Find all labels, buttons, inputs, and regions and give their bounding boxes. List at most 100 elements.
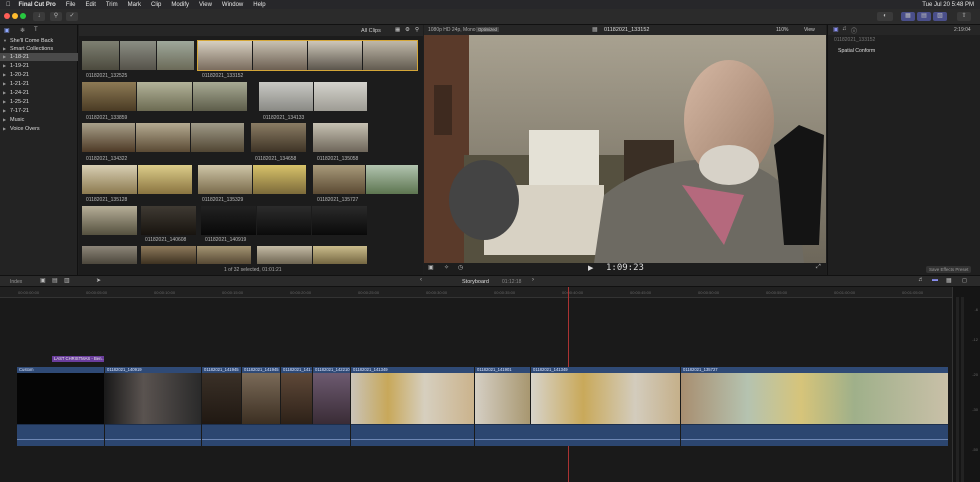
- browser-toggle-icon[interactable]: ▦: [901, 12, 915, 21]
- rate-icon[interactable]: ✓: [66, 12, 78, 21]
- clip-filmstrip[interactable]: [82, 165, 192, 194]
- menu-view[interactable]: View: [199, 2, 212, 8]
- clip-filmstrip[interactable]: [251, 123, 306, 152]
- timeline-clip[interactable]: [105, 373, 201, 424]
- menu-trim[interactable]: Trim: [106, 2, 118, 8]
- info-inspector-icon[interactable]: ⓘ: [851, 26, 857, 35]
- enhance-icon[interactable]: ✧: [444, 264, 449, 271]
- clip-filmstrip[interactable]: [197, 40, 418, 71]
- zoom-dropdown[interactable]: 110%: [776, 27, 788, 33]
- back-icon[interactable]: ‹: [420, 277, 422, 283]
- clip-filmstrip[interactable]: [82, 123, 244, 152]
- event-item[interactable]: ▶ 1-21-21: [0, 80, 78, 88]
- keywords-icon[interactable]: ⚲: [50, 12, 62, 21]
- background-tasks-icon[interactable]: ◐: [877, 12, 893, 21]
- library-icon[interactable]: ▣: [4, 27, 10, 34]
- timeline-clip[interactable]: [531, 373, 680, 424]
- speed-icon[interactable]: ◷: [458, 264, 463, 271]
- clip-filmstrip[interactable]: [82, 206, 137, 235]
- clip-filmstrip[interactable]: [313, 165, 418, 194]
- share-icon[interactable]: ⇧: [957, 12, 971, 21]
- skimming-icon[interactable]: ▬: [932, 277, 938, 283]
- snapping-icon[interactable]: ▦: [946, 277, 952, 284]
- zoom-icon[interactable]: ◻: [962, 277, 967, 284]
- smart-collections-item[interactable]: ▶ Smart Collections: [0, 45, 78, 53]
- clip-filmstrip[interactable]: [313, 123, 368, 152]
- clip-filmstrip[interactable]: [82, 82, 247, 111]
- timeline-ruler[interactable]: 00:00:00:00 00:00:05:00 00:00:10:00 00:0…: [0, 287, 960, 298]
- audio-waveform[interactable]: [681, 424, 948, 446]
- index-button[interactable]: Index: [10, 279, 22, 285]
- clip-filmstrip[interactable]: [82, 246, 137, 264]
- timeline-clip[interactable]: [313, 373, 350, 424]
- clip-name: 01182021_133859: [86, 115, 128, 121]
- save-effects-preset-button[interactable]: Save Effects Preset: [926, 266, 972, 273]
- event-item[interactable]: ▶ 1-20-21: [0, 71, 78, 79]
- event-item[interactable]: ▶ 1-18-21: [0, 53, 78, 61]
- transform-icon[interactable]: ▣: [428, 264, 434, 271]
- audio-waveform[interactable]: [105, 424, 201, 446]
- audio-inspector-icon[interactable]: ♫: [842, 26, 847, 32]
- app-menu[interactable]: Final Cut Pro: [19, 2, 56, 8]
- fullscreen-icon[interactable]: ⤢: [816, 264, 821, 271]
- clip-filmstrip[interactable]: [82, 41, 195, 70]
- inspector-section[interactable]: Spatial Conform: [838, 48, 875, 54]
- insert-edit-icon[interactable]: ▤: [52, 277, 58, 284]
- menu-mark[interactable]: Mark: [128, 2, 141, 8]
- timeline-clip[interactable]: [202, 373, 241, 424]
- titles-icon[interactable]: T: [34, 27, 38, 33]
- clip-filmstrip[interactable]: [259, 82, 367, 111]
- clip-filmstrip[interactable]: [141, 246, 251, 264]
- overwrite-edit-icon[interactable]: ▥: [64, 277, 70, 284]
- headphones-icon[interactable]: ♬: [918, 277, 924, 283]
- select-tool-icon[interactable]: ➤: [96, 277, 101, 284]
- inspector-toggle-icon[interactable]: ▧: [933, 12, 947, 21]
- search-icon[interactable]: ⚲: [415, 27, 419, 33]
- menu-modify[interactable]: Modify: [171, 2, 189, 8]
- audio-waveform[interactable]: [351, 424, 474, 446]
- timeline-clip[interactable]: [475, 373, 530, 424]
- menu-edit[interactable]: Edit: [86, 2, 96, 8]
- event-item[interactable]: ▶ 7-17-21: [0, 107, 78, 115]
- photos-icon[interactable]: ❄: [20, 27, 25, 34]
- video-inspector-icon[interactable]: ▣: [833, 26, 839, 33]
- title-clip[interactable]: LAST CHRISTMAS - Ben...: [52, 356, 104, 362]
- menu-help[interactable]: Help: [253, 2, 265, 8]
- clip-filmstrip[interactable]: [141, 206, 196, 235]
- clip-filmstrip[interactable]: [257, 246, 367, 264]
- event-item[interactable]: ▶ 1-24-21: [0, 89, 78, 97]
- timeline-clip[interactable]: [17, 373, 104, 424]
- timeline-clip[interactable]: [351, 373, 474, 424]
- event-item[interactable]: ▶ 1-25-21: [0, 98, 78, 106]
- event-item[interactable]: ▶ 1-19-21: [0, 62, 78, 70]
- event-item[interactable]: ▶ Music: [0, 116, 78, 124]
- project-name[interactable]: Storyboard: [462, 279, 489, 285]
- append-edit-icon[interactable]: ▣: [40, 277, 46, 284]
- play-button[interactable]: ▶: [588, 264, 593, 272]
- event-label: Music: [10, 117, 25, 123]
- forward-icon[interactable]: ›: [532, 277, 534, 283]
- audio-waveform[interactable]: [202, 424, 350, 446]
- timeline-clip[interactable]: [242, 373, 280, 424]
- clip-filter-dropdown[interactable]: All Clips: [361, 28, 381, 34]
- view-dropdown[interactable]: View: [804, 27, 815, 33]
- import-icon[interactable]: ↓: [33, 12, 45, 21]
- library-item[interactable]: ▼ She'll Come Back: [0, 37, 78, 45]
- timeline-toggle-icon[interactable]: ▤: [917, 12, 931, 21]
- close-window-icon[interactable]: [4, 13, 10, 19]
- audio-waveform[interactable]: [475, 424, 680, 446]
- timeline-clip[interactable]: [281, 373, 312, 424]
- clip-filmstrip[interactable]: [201, 206, 368, 235]
- apple-icon[interactable]: : [6, 2, 11, 8]
- menu-window[interactable]: Window: [222, 2, 243, 8]
- filmstrip-view-icon[interactable]: ▦: [395, 27, 400, 33]
- menu-clip[interactable]: Clip: [151, 2, 161, 8]
- minimize-window-icon[interactable]: [12, 13, 18, 19]
- event-item[interactable]: ▶ Voice Overs: [0, 125, 78, 133]
- zoom-window-icon[interactable]: [20, 13, 26, 19]
- timeline-clip[interactable]: [681, 373, 948, 424]
- clip-filmstrip[interactable]: [198, 165, 306, 194]
- menu-file[interactable]: File: [66, 2, 76, 8]
- settings-icon[interactable]: ⚙: [405, 27, 410, 33]
- audio-waveform[interactable]: [17, 424, 104, 446]
